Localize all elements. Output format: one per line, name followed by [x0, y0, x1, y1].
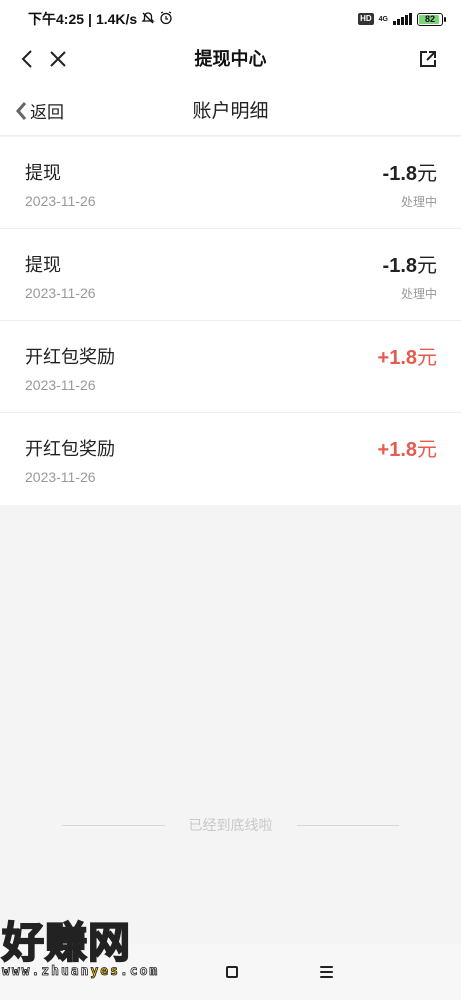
list-item[interactable]: 提现 2023-11-26 -1.8元 处理中 [0, 229, 461, 321]
watermark-main: 好赚网 [1, 917, 132, 968]
network-type: 4G [378, 15, 388, 23]
end-of-list-text: 已经到底线啦 [188, 817, 273, 833]
transaction-amount: +1.8元 [377, 347, 437, 369]
menu-icon[interactable] [320, 966, 333, 981]
transaction-amount: -1.8元 [382, 163, 437, 185]
transaction-title: 开红包奖励 [25, 439, 115, 459]
list-item[interactable]: 开红包奖励 2023-11-26 +1.8元 [0, 413, 461, 505]
hd-badge: HD [358, 13, 374, 25]
network-speed: 1.4K/s [95, 11, 138, 27]
battery-level: 82 [424, 14, 435, 24]
transaction-amount: +1.8元 [377, 439, 437, 461]
status-bar: 下午4:25 | 1.4K/s HD 4G 82 [0, 0, 461, 38]
list-item[interactable]: 开红包奖励 2023-11-26 +1.8元 [0, 321, 461, 413]
transaction-list: 提现 2023-11-26 -1.8元 处理中 提现 2023-11-26 -1… [0, 137, 461, 505]
page-title: 提现中心 [194, 49, 267, 69]
transaction-status: 处理中 [400, 287, 437, 301]
divider [296, 824, 399, 826]
share-icon[interactable] [415, 46, 441, 72]
transaction-date: 2023-11-26 [25, 469, 96, 485]
transaction-title: 提现 [25, 163, 61, 183]
watermark-url: www.zhuanyes.com [2, 964, 160, 980]
alarm-icon [159, 10, 173, 28]
mute-icon [141, 11, 155, 28]
transaction-title: 提现 [25, 255, 61, 275]
transaction-date: 2023-11-26 [25, 285, 96, 301]
end-of-list: 已经到底线啦 [62, 815, 399, 835]
divider [62, 824, 165, 826]
transaction-title: 开红包奖励 [25, 347, 115, 367]
signal-icon [393, 13, 412, 25]
transaction-status: 处理中 [400, 195, 437, 209]
battery-icon: 82 [417, 12, 446, 26]
home-square-icon[interactable] [226, 966, 238, 978]
section-title: 账户明细 [192, 101, 269, 122]
status-time: 下午4:25 [28, 11, 85, 27]
status-separator: | [88, 11, 92, 27]
transaction-date: 2023-11-26 [25, 377, 96, 393]
watermark-logo: 好赚网 www.zhuanyes.com [1, 917, 192, 990]
transaction-amount: -1.8元 [382, 255, 437, 277]
transaction-date: 2023-11-26 [25, 193, 96, 209]
sub-header: 返回 账户明细 [0, 78, 461, 136]
list-item[interactable]: 提现 2023-11-26 -1.8元 处理中 [0, 137, 461, 229]
app-bar: 提现中心 [0, 38, 461, 78]
